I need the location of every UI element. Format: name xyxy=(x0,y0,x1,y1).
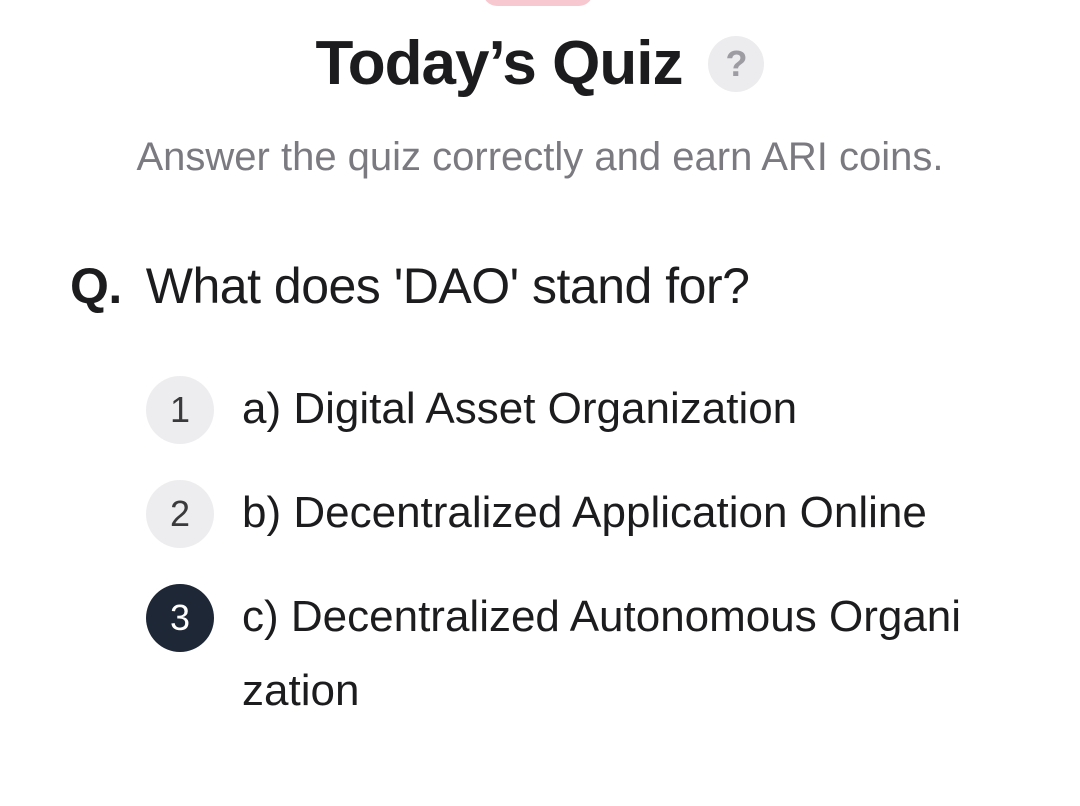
option-text: b) Decentralized Application Online xyxy=(242,488,927,537)
answer-option-1[interactable]: 1 a) Digital Asset Organization xyxy=(146,372,986,446)
answer-option-3[interactable]: 3 c) Decentralized Autonomous Organizati… xyxy=(146,580,986,728)
question: Q. What does 'DAO' stand for? xyxy=(70,256,750,316)
top-pill-decoration xyxy=(483,0,593,6)
quiz-header: Today’s Quiz ? xyxy=(0,28,1080,100)
option-number-badge: 2 xyxy=(146,480,214,548)
page-subtitle: Answer the quiz correctly and earn ARI c… xyxy=(136,135,944,179)
option-text: c) Decentralized Autonomous Organization xyxy=(242,592,962,715)
option-number-badge: 1 xyxy=(146,376,214,444)
answer-option-2[interactable]: 2 b) Decentralized Application Online xyxy=(146,476,986,550)
option-number-badge-selected: 3 xyxy=(146,584,214,652)
quiz-screen: Today’s Quiz ? Answer the quiz correctly… xyxy=(0,0,1080,806)
question-prefix: Q. xyxy=(70,258,122,314)
answer-options: 1 a) Digital Asset Organization 2 b) Dec… xyxy=(146,372,986,728)
page-title: Today’s Quiz xyxy=(315,29,684,98)
option-text: a) Digital Asset Organization xyxy=(242,384,798,433)
help-icon[interactable]: ? xyxy=(708,36,765,92)
question-text: What does 'DAO' stand for? xyxy=(145,258,750,314)
